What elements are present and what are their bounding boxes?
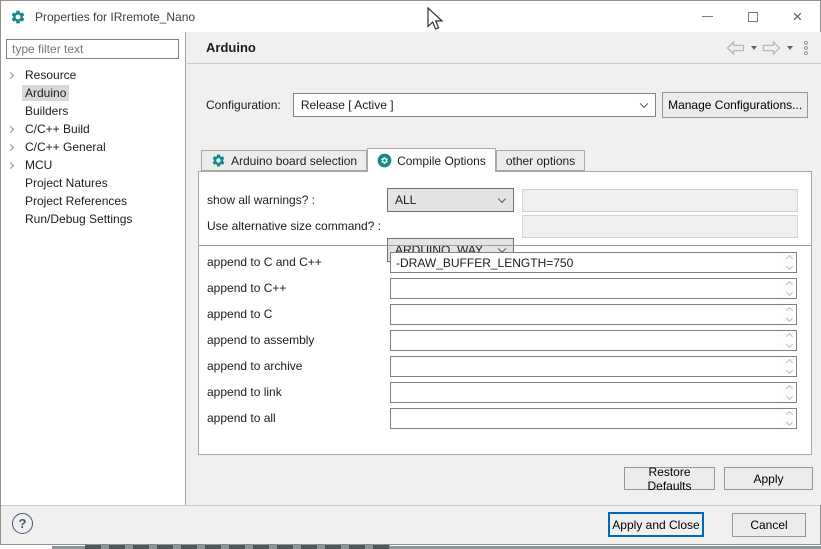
tab-other-options[interactable]: other options bbox=[496, 150, 585, 171]
spinner-icon[interactable] bbox=[783, 410, 795, 427]
properties-tree: Resource Arduino Builders C/C++ Build C/… bbox=[1, 66, 184, 228]
configuration-row: Configuration: Release [ Active ] Manage… bbox=[206, 91, 808, 118]
forward-icon[interactable] bbox=[762, 41, 781, 55]
header-nav bbox=[726, 41, 808, 55]
manage-configurations-button[interactable]: Manage Configurations... bbox=[662, 92, 808, 118]
window-title: Properties for IRremote_Nano bbox=[35, 10, 195, 24]
append-archive-label: append to archive bbox=[207, 359, 302, 373]
window-controls: × bbox=[685, 1, 820, 32]
spinner-icon[interactable] bbox=[783, 384, 795, 401]
sidebar-item-run-debug-settings[interactable]: Run/Debug Settings bbox=[1, 210, 184, 228]
sidebar-item-arduino[interactable]: Arduino bbox=[1, 84, 184, 102]
maximize-icon[interactable] bbox=[730, 1, 775, 32]
size-command-extra-field bbox=[522, 215, 798, 238]
screen: Properties for IRremote_Nano × Resource … bbox=[0, 0, 821, 549]
gear-circle-icon bbox=[377, 153, 392, 168]
append-all-field-wrap bbox=[390, 408, 797, 429]
forward-dropdown-icon[interactable] bbox=[787, 46, 793, 50]
show-warnings-select[interactable]: ALL bbox=[387, 188, 514, 212]
sidebar-item-project-references[interactable]: Project References bbox=[1, 192, 184, 210]
chevron-down-icon bbox=[498, 195, 506, 203]
chevron-right-icon[interactable] bbox=[7, 143, 14, 150]
minimize-icon[interactable] bbox=[685, 1, 730, 32]
configuration-label: Configuration: bbox=[206, 98, 293, 112]
spinner-icon[interactable] bbox=[783, 306, 795, 323]
append-assembly-label: append to assembly bbox=[207, 333, 314, 347]
append-assembly-input[interactable] bbox=[390, 330, 797, 351]
append-cpp-input[interactable] bbox=[390, 278, 797, 299]
cancel-button[interactable]: Cancel bbox=[732, 513, 806, 537]
append-c-cpp-label: append to C and C++ bbox=[207, 255, 322, 269]
back-icon[interactable] bbox=[726, 41, 745, 55]
bottom-bar: ? Apply and Close Cancel bbox=[1, 505, 820, 544]
append-c-field-wrap bbox=[390, 304, 797, 325]
tab-arduino-board-selection[interactable]: Arduino board selection bbox=[201, 150, 367, 171]
append-cpp-field-wrap bbox=[390, 278, 797, 299]
filter-input[interactable] bbox=[6, 39, 179, 59]
restore-defaults-button[interactable]: Restore Defaults bbox=[624, 467, 715, 490]
sidebar-item-builders[interactable]: Builders bbox=[1, 102, 184, 120]
spinner-icon[interactable] bbox=[783, 254, 795, 271]
main-panel: Arduino Configuration: Release [ Active … bbox=[187, 32, 821, 505]
background-window-text-fragment bbox=[85, 545, 390, 549]
section-divider bbox=[199, 245, 811, 246]
append-c-label: append to C bbox=[207, 307, 272, 321]
chevron-right-icon[interactable] bbox=[7, 161, 14, 168]
spinner-icon[interactable] bbox=[783, 332, 795, 349]
spinner-icon[interactable] bbox=[783, 358, 795, 375]
append-c-input[interactable] bbox=[390, 304, 797, 325]
close-icon[interactable]: × bbox=[775, 1, 820, 32]
sidebar-item-resource[interactable]: Resource bbox=[1, 66, 184, 84]
page-title: Arduino bbox=[206, 40, 256, 55]
size-command-label: Use alternative size command? : bbox=[207, 219, 381, 233]
append-c-cpp-input[interactable] bbox=[390, 252, 797, 273]
chevron-right-icon[interactable] bbox=[7, 71, 14, 78]
sidebar: Resource Arduino Builders C/C++ Build C/… bbox=[1, 32, 186, 505]
page-header: Arduino bbox=[187, 32, 821, 64]
append-link-input[interactable] bbox=[390, 382, 797, 403]
sidebar-item-cpp-build[interactable]: C/C++ Build bbox=[1, 120, 184, 138]
help-icon[interactable]: ? bbox=[12, 513, 33, 534]
tab-compile-options[interactable]: Compile Options bbox=[367, 148, 496, 172]
append-archive-input[interactable] bbox=[390, 356, 797, 377]
sidebar-item-mcu[interactable]: MCU bbox=[1, 156, 184, 174]
back-dropdown-icon[interactable] bbox=[751, 46, 757, 50]
app-gear-icon bbox=[10, 9, 26, 25]
sidebar-item-cpp-general[interactable]: C/C++ General bbox=[1, 138, 184, 156]
apply-button[interactable]: Apply bbox=[724, 467, 813, 490]
append-cpp-label: append to C++ bbox=[207, 281, 286, 295]
sidebar-item-project-natures[interactable]: Project Natures bbox=[1, 174, 184, 192]
tab-bar: Arduino board selection Compile Options … bbox=[201, 148, 585, 172]
properties-dialog: Properties for IRremote_Nano × Resource … bbox=[0, 0, 821, 545]
append-c-cpp-field-wrap bbox=[390, 252, 797, 273]
chevron-down-icon bbox=[640, 99, 648, 107]
append-link-label: append to link bbox=[207, 385, 282, 399]
view-menu-icon[interactable] bbox=[804, 41, 808, 55]
titlebar: Properties for IRremote_Nano × bbox=[1, 1, 820, 32]
append-all-label: append to all bbox=[207, 411, 276, 425]
gear-icon bbox=[211, 153, 226, 168]
append-link-field-wrap bbox=[390, 382, 797, 403]
append-all-input[interactable] bbox=[390, 408, 797, 429]
compile-options-panel: show all warnings? : ALL Use alternative… bbox=[198, 171, 812, 455]
append-assembly-field-wrap bbox=[390, 330, 797, 351]
warnings-extra-field bbox=[522, 189, 798, 212]
spinner-icon[interactable] bbox=[783, 280, 795, 297]
apply-and-close-button[interactable]: Apply and Close bbox=[608, 512, 704, 537]
configuration-select[interactable]: Release [ Active ] bbox=[293, 93, 656, 117]
append-archive-field-wrap bbox=[390, 356, 797, 377]
chevron-right-icon[interactable] bbox=[7, 125, 14, 132]
show-warnings-label: show all warnings? : bbox=[207, 193, 315, 207]
